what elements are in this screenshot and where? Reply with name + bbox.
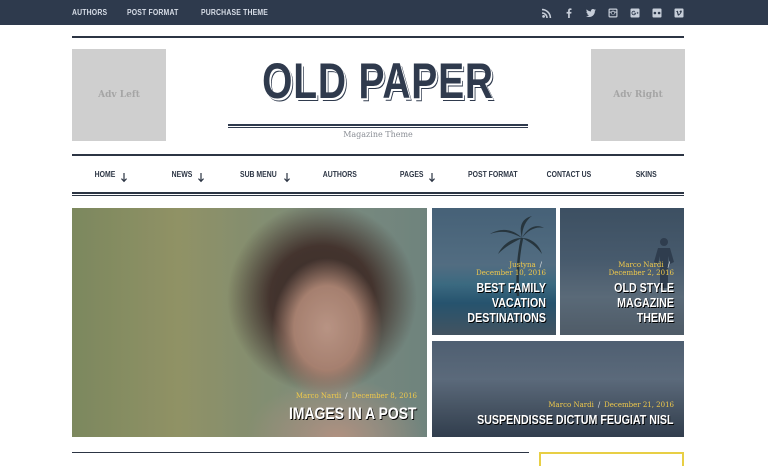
meta-separator: / (597, 401, 601, 409)
featured-post-big[interactable]: Marco Nardi / December 8, 2016 IMAGES IN A… (72, 208, 427, 437)
post-byline: Marco Nardi / December 8, 2016 (261, 392, 417, 400)
rss-icon[interactable] (542, 8, 552, 18)
post-title-line-1[interactable]: OLD STYLE MAGAZINE (581, 280, 674, 310)
vimeo-icon[interactable] (674, 8, 684, 18)
meta-separator: / (667, 261, 670, 269)
post-author[interactable]: Marco Nardi (548, 401, 593, 409)
adv-left-label: Adv Left (98, 90, 140, 100)
featured-post-magazine[interactable]: Marco Nardi / December 2, 2016 OLD STYLE … (560, 208, 684, 335)
site-tagline: Magazine Theme (343, 130, 413, 139)
nav-label: NEWS (171, 170, 193, 179)
post-author-line: Justyna / (432, 261, 546, 269)
adv-right-banner[interactable]: Adv Right (591, 49, 685, 141)
nav-item-authors[interactable]: AUTHORS (302, 170, 379, 179)
nav-label: SKINS (635, 170, 657, 179)
content-divider (72, 452, 529, 453)
arrow-down-icon (428, 170, 435, 182)
post-title[interactable]: SUSPENDISSE DICTUM FEUGIAT NISL (478, 412, 674, 427)
social-icons (542, 0, 684, 25)
twitter-icon[interactable] (586, 8, 596, 18)
featured-post-suspendisse[interactable]: Marco Nardi / December 21, 2016 SUSPENDISS… (432, 341, 684, 437)
post-author-line: Marco Nardi / (560, 261, 674, 269)
arrow-down-icon (283, 170, 290, 182)
nav-item-home[interactable]: HOME (72, 170, 149, 182)
top-link-post-format[interactable]: POST FORMAT (127, 8, 178, 17)
nav-item-post-format[interactable]: POST FORMAT (455, 170, 532, 179)
featured-post-vacation[interactable]: Justyna / December 10, 2016 BEST FAMILY V… (432, 208, 556, 335)
nav-bottom-rule-thin (72, 195, 684, 196)
nav-label: CONTACT US (546, 170, 592, 179)
google-plus-icon[interactable] (630, 8, 640, 18)
nav-item-sub-menu[interactable]: SUB MENU (225, 170, 302, 182)
nav-label: SUB MENU (239, 170, 277, 179)
nav-item-skins[interactable]: SKINS (608, 170, 685, 179)
post-date: December 21, 2016 (604, 401, 674, 409)
site-logo[interactable]: OLD PAPER (261, 56, 495, 106)
main-nav: HOME NEWS SUB MENU AUTHORS PAGES POST FO… (72, 158, 684, 191)
meta-separator: / (345, 392, 348, 400)
facebook-icon[interactable] (564, 7, 574, 18)
top-bar: AUTHORS POST FORMAT PURCHASE THEME (0, 0, 768, 25)
header-top-rule (72, 36, 684, 38)
logo-rule-thick (228, 124, 528, 126)
logo-rule-thin (228, 127, 528, 128)
nav-item-pages[interactable]: PAGES (378, 170, 455, 182)
post-meta: Justyna / December 10, 2016 BEST FAMILY V… (432, 261, 546, 325)
nav-label: AUTHORS (322, 170, 357, 179)
post-date: December 10, 2016 (476, 269, 546, 277)
post-author[interactable]: Marco Nardi (296, 392, 341, 400)
post-date: December 8, 2016 (351, 392, 417, 400)
top-link-purchase-theme[interactable]: PURCHASE THEME (201, 8, 268, 17)
nav-label: PAGES (399, 170, 424, 179)
nav-label: HOME (94, 170, 116, 179)
meta-separator: / (539, 261, 542, 269)
arrow-down-icon (197, 170, 204, 182)
nav-bottom-rule-thick (72, 192, 684, 194)
instagram-icon[interactable] (608, 8, 618, 18)
adv-right-label: Adv Right (613, 90, 663, 100)
post-title[interactable]: IMAGES IN A POST (289, 403, 417, 425)
arrow-down-icon (121, 170, 128, 182)
top-nav: AUTHORS POST FORMAT PURCHASE THEME (72, 0, 279, 25)
post-meta: Marco Nardi / December 8, 2016 IMAGES IN A… (261, 392, 417, 425)
post-author[interactable]: Justyna (509, 261, 535, 269)
post-meta: Marco Nardi / December 2, 2016 OLD STYLE … (560, 261, 674, 325)
post-meta: Marco Nardi / December 21, 2016 SUSPENDISS… (434, 401, 674, 427)
adv-left-banner[interactable]: Adv Left (72, 49, 166, 141)
top-link-authors[interactable]: AUTHORS (72, 8, 107, 17)
nav-top-rule (72, 154, 684, 156)
post-title-line-2[interactable]: THEME (581, 310, 674, 325)
nav-item-contact-us[interactable]: CONTACT US (531, 170, 608, 179)
nav-label: POST FORMAT (467, 170, 518, 179)
post-byline: Marco Nardi / December 21, 2016 (434, 401, 674, 409)
nav-item-news[interactable]: NEWS (149, 170, 226, 182)
post-author[interactable]: Marco Nardi (618, 261, 663, 269)
post-title-line-2[interactable]: DESTINATIONS (453, 310, 546, 325)
sidebar-widget-box (539, 452, 684, 466)
post-date: December 2, 2016 (608, 269, 674, 277)
post-title-line-1[interactable]: BEST FAMILY VACATION (453, 280, 546, 310)
flickr-icon[interactable] (652, 8, 662, 18)
